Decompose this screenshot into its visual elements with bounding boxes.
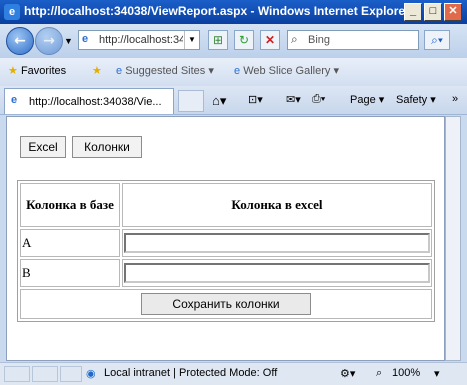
- columns-button[interactable]: Колонки: [72, 136, 142, 158]
- search-button[interactable]: ⌕▾: [424, 30, 450, 50]
- refresh-icon[interactable]: ↻: [234, 30, 254, 50]
- maximize-button[interactable]: □: [424, 3, 442, 21]
- tab-bar: e http://localhost:34038/Vie... ⌂▾ ⊡▾ ✉▾…: [0, 86, 467, 115]
- search-input[interactable]: ⌕ Bing: [287, 30, 419, 50]
- zoom-level[interactable]: 100%: [392, 367, 420, 379]
- address-dropdown-icon[interactable]: ▼: [184, 31, 199, 49]
- star-icon: ★: [8, 65, 18, 77]
- back-button[interactable]: ←: [6, 27, 34, 55]
- header-db-column: Колонка в базе: [20, 183, 120, 227]
- address-toolbar: ← → ▼ e http://localhost:34038/ViewRepor…: [0, 24, 467, 58]
- vertical-scrollbar[interactable]: [445, 116, 461, 361]
- print-icon[interactable]: ⎙▾: [312, 93, 325, 106]
- forward-button[interactable]: →: [35, 27, 63, 55]
- feeds-icon[interactable]: ⊡▾: [248, 93, 263, 106]
- tab-view-report[interactable]: e http://localhost:34038/Vie...: [4, 88, 174, 114]
- status-bar: ◉ Local intranet | Protected Mode: Off ⚙…: [0, 362, 467, 385]
- protected-mode-icon[interactable]: ⚙▾: [340, 367, 355, 380]
- window-title: http://localhost:34038/ViewReport.aspx -…: [24, 4, 410, 18]
- page-icon: e: [116, 65, 123, 77]
- ie-logo-icon: e: [4, 4, 20, 20]
- zoom-icon[interactable]: ⌕: [376, 367, 382, 380]
- security-zone[interactable]: Local intranet | Protected Mode: Off: [104, 367, 277, 379]
- row-name: B: [20, 259, 120, 287]
- address-input[interactable]: e http://localhost:34038/ViewReport.aspx…: [78, 30, 200, 50]
- page-icon: e: [11, 94, 18, 106]
- search-icon: ⌕: [291, 32, 298, 46]
- excel-column-input-b[interactable]: [124, 263, 430, 283]
- title-bar: e http://localhost:34038/ViewReport.aspx…: [0, 0, 467, 24]
- excel-column-input-a[interactable]: [124, 233, 430, 253]
- page-icon: e: [82, 33, 89, 45]
- table-row: A: [20, 229, 432, 257]
- page-menu[interactable]: Page ▾: [350, 93, 384, 106]
- close-button[interactable]: ✕: [444, 3, 462, 21]
- page-content: Excel Колонки Колонка в базе Колонка в e…: [6, 116, 445, 361]
- favorite-suggested-sites[interactable]: e Suggested Sites ▾: [116, 64, 214, 77]
- stop-icon[interactable]: ✕: [260, 30, 280, 50]
- table-header-row: Колонка в базе Колонка в excel: [20, 183, 432, 227]
- globe-icon: ◉: [86, 368, 96, 380]
- favorites-bar: ★ Favorites ★ e Suggested Sites ▾ e Web …: [0, 58, 467, 87]
- page-icon: e: [234, 65, 241, 77]
- favorites-button[interactable]: ★ Favorites: [8, 64, 66, 77]
- more-commands[interactable]: »: [452, 93, 458, 105]
- favorite-web-slice-gallery[interactable]: e Web Slice Gallery ▾: [234, 64, 339, 77]
- new-tab-button[interactable]: [178, 90, 204, 112]
- compatibility-view-icon[interactable]: ⊞: [208, 30, 228, 50]
- table-footer-row: Сохранить колонки: [20, 289, 432, 319]
- table-row: B: [20, 259, 432, 287]
- safety-menu[interactable]: Safety ▾: [396, 93, 436, 106]
- minimize-button[interactable]: _: [404, 3, 422, 21]
- save-columns-button[interactable]: Сохранить колонки: [141, 293, 311, 315]
- zoom-dropdown-icon[interactable]: ▾: [434, 367, 440, 380]
- home-icon[interactable]: ⌂▾: [212, 93, 226, 109]
- recent-pages-dropdown[interactable]: ▼: [64, 36, 73, 46]
- excel-button[interactable]: Excel: [20, 136, 66, 158]
- browser-window: e http://localhost:34038/ViewReport.aspx…: [0, 0, 467, 385]
- row-name: A: [20, 229, 120, 257]
- columns-table: Колонка в базе Колонка в excel A B Сохра…: [17, 180, 435, 322]
- header-excel-column: Колонка в excel: [122, 183, 432, 227]
- mail-icon[interactable]: ✉▾: [286, 93, 301, 106]
- add-favorite-icon[interactable]: ★: [92, 64, 102, 77]
